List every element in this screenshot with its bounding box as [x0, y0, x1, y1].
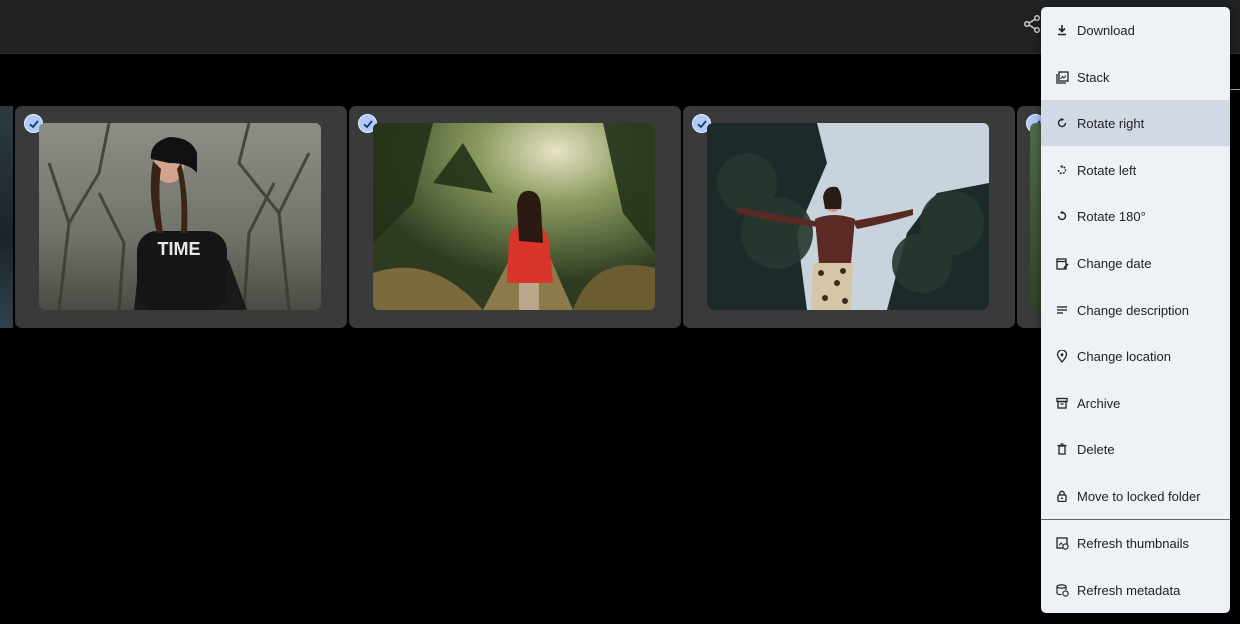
menu-item-download[interactable]: Download [1041, 7, 1230, 53]
photo-woman-hiking-forest [373, 123, 655, 310]
photo-tile-partial-left[interactable] [0, 106, 13, 328]
share-icon [1022, 14, 1042, 39]
menu-item-refresh-thumbnails[interactable]: Refresh thumbnails [1041, 520, 1230, 566]
menu-item-move-to-locked-folder[interactable]: Move to locked folder [1041, 473, 1230, 519]
menu-item-label: Rotate right [1077, 115, 1145, 131]
rotate-right-icon [1055, 116, 1069, 130]
menu-item-archive[interactable]: Archive [1041, 380, 1230, 426]
archive-icon [1055, 396, 1069, 410]
menu-item-label: Change date [1077, 255, 1152, 271]
menu-item-change-location[interactable]: Change location [1041, 333, 1230, 379]
menu-item-rotate-right[interactable]: Rotate right [1041, 100, 1230, 146]
location-icon [1055, 349, 1069, 363]
lock-icon [1055, 489, 1069, 503]
photo-woman-arms-outstretched [707, 123, 989, 310]
refresh-metadata-icon [1055, 583, 1069, 597]
description-icon [1055, 303, 1069, 317]
context-menu: Download Stack Rotate right Rotate left … [1041, 7, 1230, 613]
svg-text:TIME: TIME [158, 239, 201, 259]
menu-item-label: Refresh metadata [1077, 582, 1181, 598]
menu-item-label: Refresh thumbnails [1077, 535, 1189, 551]
menu-item-delete[interactable]: Delete [1041, 426, 1230, 472]
photo-tile[interactable]: TIME [15, 106, 347, 328]
download-icon [1055, 23, 1069, 37]
menu-item-change-date[interactable]: Change date [1041, 240, 1230, 286]
photo-woman-in-beanie: TIME [39, 123, 321, 310]
rotate-180-icon [1055, 209, 1069, 223]
menu-item-rotate-left[interactable]: Rotate left [1041, 147, 1230, 193]
menu-item-rotate-180[interactable]: Rotate 180° [1041, 193, 1230, 239]
menu-item-label: Download [1077, 22, 1135, 38]
menu-item-label: Rotate 180° [1077, 208, 1146, 224]
menu-item-label: Change description [1077, 302, 1190, 318]
menu-item-label: Stack [1077, 69, 1110, 85]
menu-item-label: Move to locked folder [1077, 488, 1201, 504]
calendar-edit-icon [1055, 256, 1069, 270]
menu-item-change-description[interactable]: Change description [1041, 287, 1230, 333]
rotate-left-icon [1055, 163, 1069, 177]
menu-item-label: Rotate left [1077, 162, 1137, 178]
menu-item-label: Change location [1077, 348, 1171, 364]
menu-item-stack[interactable]: Stack [1041, 54, 1230, 100]
refresh-thumbnails-icon [1055, 536, 1069, 550]
photo-tile[interactable] [683, 106, 1015, 328]
stack-icon [1055, 70, 1069, 84]
photo-tile[interactable] [349, 106, 681, 328]
menu-item-label: Archive [1077, 395, 1121, 411]
menu-item-refresh-metadata[interactable]: Refresh metadata [1041, 567, 1230, 613]
menu-item-label: Delete [1077, 441, 1115, 457]
trash-icon [1055, 442, 1069, 456]
